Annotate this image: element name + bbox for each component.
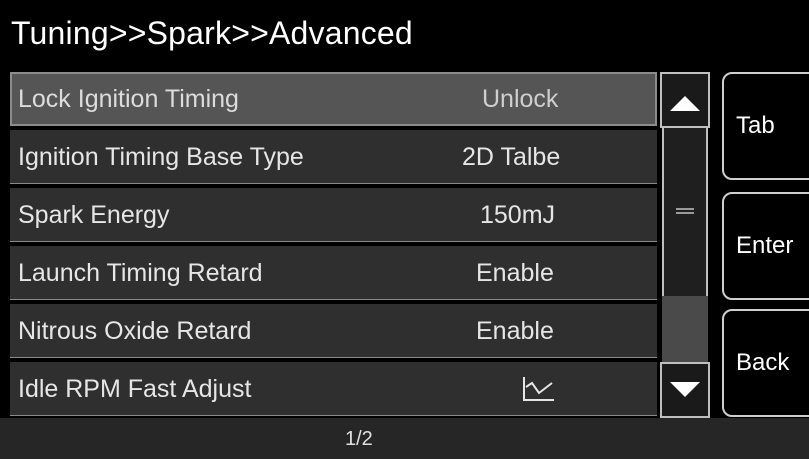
footer-bar (0, 418, 809, 459)
list-item-label: Nitrous Oxide Retard (18, 317, 252, 345)
list-item-label: Idle RPM Fast Adjust (18, 375, 252, 403)
list-item-lock-ignition-timing[interactable]: Lock Ignition Timing Unlock (10, 72, 657, 126)
scrollbar[interactable] (660, 72, 710, 418)
page-title: Tuning>>Spark>>Advanced (0, 0, 809, 66)
list-item-label: Ignition Timing Base Type (18, 143, 304, 171)
settings-list: Lock Ignition Timing Unlock Ignition Tim… (10, 72, 657, 418)
list-item-value: Unlock (482, 85, 559, 113)
triangle-down-icon (670, 382, 700, 397)
list-item-value: 150mJ (480, 201, 556, 229)
list-item-value: Enable (476, 317, 554, 345)
scroll-thumb[interactable] (662, 128, 708, 296)
scroll-track-remainder[interactable] (662, 296, 708, 362)
triangle-up-icon (670, 96, 700, 111)
scroll-up-button[interactable] (660, 72, 710, 128)
tab-button[interactable]: Tab (722, 72, 809, 180)
list-item-label: Launch Timing Retard (18, 259, 263, 287)
list-item-launch-timing-retard[interactable]: Launch Timing Retard Enable (10, 246, 657, 300)
list-item-value: Enable (476, 259, 554, 287)
enter-button[interactable]: Enter (722, 192, 809, 300)
list-item-ignition-timing-base-type[interactable]: Ignition Timing Base Type 2D Talbe (10, 130, 657, 184)
list-item-value: 2D Talbe (462, 143, 561, 171)
list-item-label: Lock Ignition Timing (18, 85, 239, 113)
line-chart-icon (523, 377, 554, 401)
scroll-down-button[interactable] (660, 362, 710, 418)
list-item-spark-energy[interactable]: Spark Energy 150mJ (10, 188, 657, 242)
back-button[interactable]: Back (722, 309, 809, 417)
page-indicator: 1/2 (345, 428, 373, 450)
grip-icon (676, 208, 694, 214)
list-item-label: Spark Energy (18, 201, 170, 229)
list-item-nitrous-oxide-retard[interactable]: Nitrous Oxide Retard Enable (10, 304, 657, 358)
list-item-idle-rpm-fast-adjust[interactable]: Idle RPM Fast Adjust (10, 362, 657, 416)
